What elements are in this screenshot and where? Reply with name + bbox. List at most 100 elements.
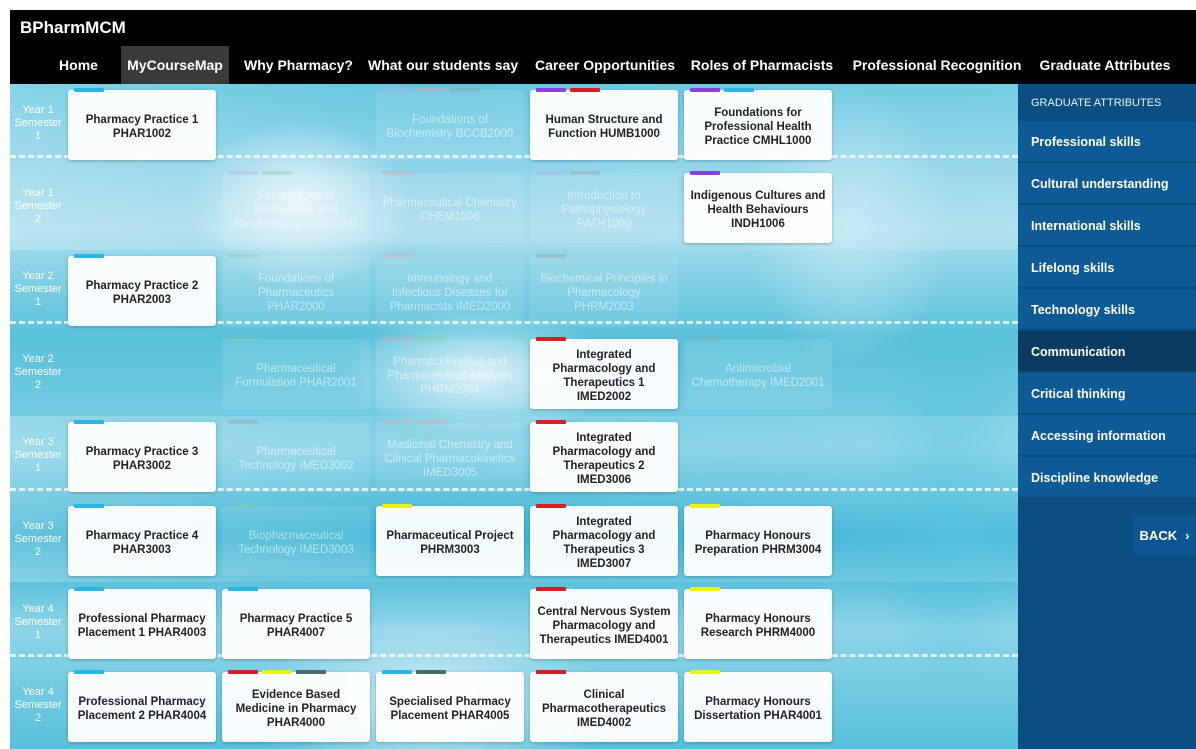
course-card[interactable]: Pharmaceutical Formulation PHAR2001 [222, 337, 370, 410]
attribute-bar [416, 337, 446, 342]
attribute-bar [382, 669, 412, 674]
attribute-bar [74, 586, 104, 591]
semester-label: Year 4 Semester 1 [14, 602, 62, 641]
attribute-bar [450, 88, 480, 92]
course-title: Foundations of Pharmaceutics PHAR2000 [257, 273, 335, 314]
attribute-bar [74, 420, 104, 425]
course-card[interactable]: Pharmaceutical Chemistry CHEM1006 [376, 171, 524, 244]
course-card[interactable]: Pharmacy Honours Dissertation PHAR4001 [684, 669, 832, 742]
course-card[interactable]: Pharmacy Practice 1 PHAR1002 [68, 88, 216, 160]
course-card[interactable]: Pharmacy Practice 3 PHAR3002 [68, 420, 216, 493]
attribute-bar [536, 420, 566, 425]
sidebar-item-accessing-information[interactable]: Accessing information [1018, 415, 1196, 456]
course-title: Pharmaceutical Chemistry CHEM1006 [382, 197, 518, 224]
course-card[interactable]: Pharmacy Honours Research PHRM4000 [684, 586, 832, 659]
course-title: Pharmacokinetics and Pharmaceutical Anal… [387, 356, 513, 397]
course-card[interactable]: Professional Pharmacy Placement 1 PHAR40… [68, 586, 216, 659]
course-title: Foundations for Professional Health Prac… [704, 107, 812, 147]
attribute-bar [74, 254, 104, 259]
sidebar-item-international-skills[interactable]: International skills [1018, 205, 1196, 246]
course-map: Year 1 Semester 1 Year 1 Semester 2 Year 2… [10, 84, 1018, 749]
attribute-color-bars [382, 503, 412, 508]
course-card[interactable]: Pharmacy Practice 5 PHAR4007 [222, 586, 370, 659]
nav-item-career-opportunities[interactable]: Career Opportunities [534, 46, 676, 84]
attribute-color-bars [690, 586, 720, 591]
nav-item-professional-recognition[interactable]: Professional Recognition [851, 46, 1023, 84]
sidebar-item-technology-skills[interactable]: Technology skills [1018, 289, 1196, 330]
attribute-color-bars [228, 254, 258, 259]
course-card[interactable]: Specialised Pharmacy Placement PHAR4005 [376, 669, 524, 742]
course-card[interactable]: Foundations of Biochemistry BCCB2000 [376, 88, 524, 160]
course-card[interactable]: Medicinal Chemistry and Clinical Pharmac… [376, 420, 524, 493]
attribute-bar [382, 171, 412, 176]
course-card[interactable]: Pharmacokinetics and Pharmaceutical Anal… [376, 337, 524, 410]
attribute-bar [690, 669, 720, 674]
course-card[interactable]: Biochemical Principles in Pharmacology P… [530, 254, 678, 327]
course-card[interactable]: Integrated Pharmacology and Therapeutics… [530, 337, 678, 410]
course-card[interactable]: Pharmacy Honours Preparation PHRM3004 [684, 503, 832, 576]
attribute-bar [382, 337, 412, 342]
course-title: Professional Pharmacy Placement 1 PHAR40… [77, 612, 207, 639]
attribute-color-bars [536, 420, 566, 425]
attribute-bar [536, 337, 566, 342]
semester-label: Year 3 Semester 2 [14, 519, 62, 558]
app-header: BPharmMCM [10, 10, 1196, 46]
sidebar-item-professional-skills[interactable]: Professional skills [1018, 121, 1196, 162]
course-card[interactable]: Professional Pharmacy Placement 2 PHAR40… [68, 669, 216, 742]
nav-item-why-pharmacy[interactable]: Why Pharmacy? [239, 46, 358, 84]
attribute-color-bars [536, 669, 566, 674]
attribute-bar [228, 503, 258, 508]
attribute-bar [228, 420, 258, 425]
sidebar-item-discipline-knowledge[interactable]: Discipline knowledge [1018, 457, 1196, 498]
course-card[interactable]: Biopharmaceutical Technology IMED3003 [222, 503, 370, 576]
course-card[interactable]: Foundations of Pharmaceutics PHAR2000 [222, 254, 370, 327]
attribute-color-bars [228, 503, 258, 508]
attribute-bar [382, 503, 412, 508]
course-title: Pharmacy Honours Dissertation PHAR4001 [694, 695, 822, 722]
course-card[interactable]: Pharmacy Practice 4 PHAR3003 [68, 503, 216, 576]
attribute-bar [536, 171, 566, 176]
course-title: Antimicrobial Chemotherapy IMED2001 [691, 363, 825, 390]
nav-item-what-our-students-say[interactable]: What our students say [368, 46, 518, 84]
back-button[interactable]: BACK › [1133, 515, 1196, 555]
attribute-color-bars [228, 586, 258, 591]
nav-item-mycoursemap[interactable]: MyCourseMap [121, 46, 229, 84]
course-card[interactable]: Indigenous Cultures and Health Behaviour… [684, 171, 832, 244]
course-card[interactable]: Evidence Based Medicine in Pharmacy PHAR… [222, 669, 370, 742]
course-card[interactable]: Central Nervous System Pharmacology and … [530, 586, 678, 659]
semester-label: Year 1 Semester 1 [14, 104, 62, 142]
course-card[interactable]: Integrated Pharmacology and Therapeutics… [530, 420, 678, 493]
sidebar-item-communication[interactable]: Communication [1018, 331, 1196, 372]
attribute-color-bars [536, 171, 600, 176]
sidebar-item-critical-thinking[interactable]: Critical thinking [1018, 373, 1196, 414]
course-card[interactable]: Pharmaceutical Project PHRM3003 [376, 503, 524, 576]
attribute-color-bars [228, 669, 326, 674]
course-title: Integrated Pharmacology and Therapeutics… [552, 349, 656, 404]
sidebar-item-lifelong-skills[interactable]: Lifelong skills [1018, 247, 1196, 288]
course-card[interactable]: Antimicrobial Chemotherapy IMED2001 [684, 337, 832, 410]
attribute-bar [724, 88, 754, 92]
attribute-color-bars [382, 669, 446, 674]
nav-item-home[interactable]: Home [57, 46, 100, 84]
nav-item-graduate-attributes[interactable]: Graduate Attributes [1032, 46, 1178, 84]
course-card[interactable]: Pharmacy Practice 2 PHAR2003 [68, 254, 216, 327]
course-title: Pharmaceutical Formulation PHAR2001 [235, 363, 357, 390]
course-card[interactable]: Foundations for Professional Health Prac… [684, 88, 832, 160]
attribute-color-bars [690, 88, 754, 92]
course-card[interactable]: Introduction to Pathophysiology PATH1000 [530, 171, 678, 244]
course-card[interactable]: Pharmaceutical Technology IMED3002 [222, 420, 370, 493]
attribute-bar [536, 669, 566, 674]
attribute-bar [228, 669, 258, 674]
course-title: Medicinal Chemistry and Clinical Pharmac… [384, 439, 516, 480]
sidebar-item-cultural-understanding[interactable]: Cultural understanding [1018, 163, 1196, 204]
attribute-bar [570, 171, 600, 176]
course-card[interactable]: Immunology and Infectious Diseases for P… [376, 254, 524, 327]
course-card[interactable]: Human Structure and Function HUMB1000 [530, 88, 678, 160]
course-card[interactable]: Integrated Pharmacology and Therapeutics… [530, 503, 678, 576]
attribute-color-bars [228, 171, 292, 176]
nav-item-roles-of-pharmacists[interactable]: Roles of Pharmacists [684, 46, 840, 84]
course-card[interactable]: Clinical Pharmacotherapeutics IMED4002 [530, 669, 678, 742]
course-card[interactable]: Foundations of Biosciences and Biochemis… [222, 171, 370, 244]
course-title: Integrated Pharmacology and Therapeutics… [552, 515, 656, 570]
attribute-color-bars [536, 88, 600, 92]
